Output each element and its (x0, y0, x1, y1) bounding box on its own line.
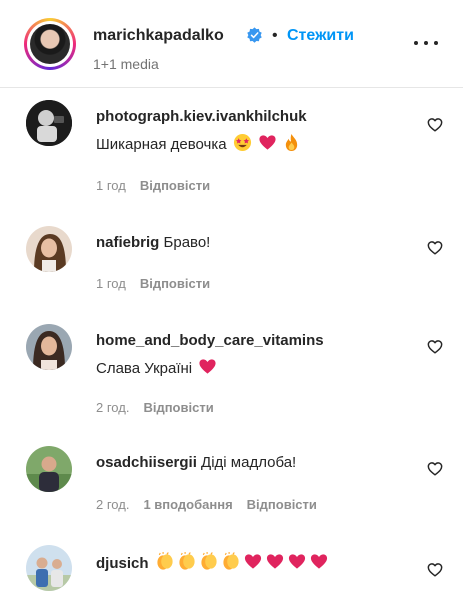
comment-header-line: osadchiisergii Діді мадлоба! (96, 454, 296, 471)
comment-time[interactable]: 1 год (96, 178, 126, 193)
follow-button[interactable]: Стежити (287, 27, 354, 45)
red-heart-emoji-icon (310, 554, 327, 569)
comment-username[interactable]: photograph.kiev.ivankhilchuk (96, 108, 307, 125)
verified-badge-icon (247, 27, 262, 43)
comment-time[interactable]: 2 год. (96, 497, 129, 512)
commenter-avatar[interactable] (26, 545, 72, 591)
comment-meta: 1 год Відповісти (96, 178, 210, 193)
reply-button[interactable]: Відповісти (140, 276, 210, 291)
comment-username[interactable]: djusich (96, 555, 149, 572)
like-heart-icon[interactable] (427, 240, 443, 255)
reply-button[interactable]: Відповісти (140, 178, 210, 193)
commenter-avatar[interactable] (26, 226, 72, 272)
comment-username[interactable]: nafiebrig (96, 234, 159, 251)
commenter-avatar[interactable] (26, 324, 72, 370)
post-header: marichkapadalko • Стежити 1+1 media (0, 0, 463, 88)
comment-text: Браво! (163, 234, 211, 251)
red-heart-emoji-icon (288, 554, 305, 569)
comment-text: Шикарная девочка (96, 136, 227, 153)
commenter-avatar[interactable] (26, 100, 72, 146)
star-struck-emoji-icon (233, 133, 251, 152)
clapping-hands-emoji-icon (179, 552, 195, 570)
comment-time[interactable]: 2 год. (96, 400, 129, 415)
header-separator: • (272, 27, 278, 44)
comment-meta: 2 год. 1 вподобання Відповісти (96, 497, 317, 512)
author-avatar[interactable] (24, 18, 76, 70)
red-heart-emoji-icon (259, 135, 276, 150)
comment-text-line: Слава Україні (96, 357, 217, 377)
reply-button[interactable]: Відповісти (143, 400, 213, 415)
like-heart-icon[interactable] (427, 117, 443, 132)
comment-text: Діді мадлоба! (201, 454, 297, 471)
clapping-hands-emoji-icon (201, 552, 217, 570)
clapping-hands-emoji-icon (223, 552, 239, 570)
author-username[interactable]: marichkapadalko (93, 27, 224, 45)
clapping-hands-emoji-icon (157, 552, 173, 570)
comment-text: Слава Україні (96, 360, 193, 377)
author-subtitle[interactable]: 1+1 media (93, 56, 159, 72)
like-heart-icon[interactable] (427, 461, 443, 476)
commenter-avatar[interactable] (26, 446, 72, 492)
comment-header-line: nafiebrig Браво! (96, 234, 210, 251)
comment-meta: 2 год. Відповісти (96, 400, 214, 415)
red-heart-emoji-icon (266, 554, 283, 569)
comment-username[interactable]: home_and_body_care_vitamins (96, 332, 324, 349)
more-options-icon[interactable] (414, 38, 438, 48)
comment-time[interactable]: 1 год (96, 276, 126, 291)
reply-button[interactable]: Відповісти (247, 497, 317, 512)
red-heart-emoji-icon (244, 554, 261, 569)
like-heart-icon[interactable] (427, 339, 443, 354)
red-heart-emoji-icon (199, 359, 216, 374)
likes-count[interactable]: 1 вподобання (143, 497, 232, 512)
comment-username[interactable]: osadchiisergii (96, 454, 197, 471)
fire-emoji-icon (285, 134, 298, 151)
comment-text-line: Шикарная девочка (96, 133, 300, 153)
like-heart-icon[interactable] (427, 562, 443, 577)
comment-meta: 1 год Відповісти (96, 276, 210, 291)
comment-header-line: djusich (96, 552, 329, 572)
